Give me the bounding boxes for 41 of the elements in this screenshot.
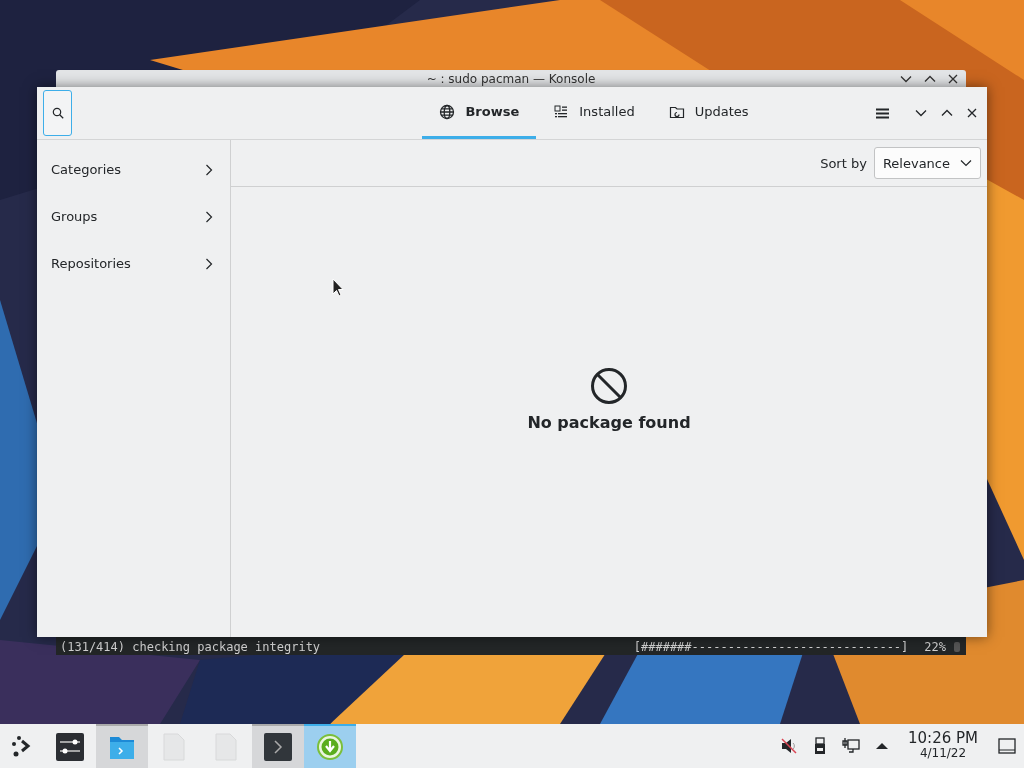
sidebar-item[interactable]: Groups [37,193,230,240]
terminal-output: (131/414) checking package integrity [60,640,321,654]
terminal-icon [264,733,292,761]
window-title: ~ : sudo pacman — Konsole [426,71,596,86]
chevron-right-icon [205,257,213,270]
sort-dropdown[interactable]: Relevance [873,147,981,179]
tab[interactable]: Updates [651,87,766,139]
close-icon[interactable] [967,108,977,118]
download-icon [317,734,343,760]
sidebar-item[interactable]: Categories [37,146,230,193]
progress-text: [#######-----------------------------] [633,640,909,654]
sidebar-item[interactable]: Repositories [37,240,230,287]
tab[interactable]: Browse [422,87,537,139]
list-icon [553,103,570,120]
usb-drive-icon[interactable] [814,737,826,755]
network-icon[interactable] [842,737,860,755]
maximize-icon[interactable] [941,109,953,117]
minimize-icon[interactable] [900,75,912,83]
globe-icon [439,103,456,120]
scrollbar[interactable] [954,642,960,652]
chevron-right-icon [205,163,213,176]
speaker-muted-icon[interactable] [780,737,798,755]
progress-percent: 22% [924,640,946,654]
prohibited-icon [590,367,628,405]
tab[interactable]: Installed [536,87,652,139]
sliders-icon [56,733,84,761]
search-icon [51,107,64,119]
mouse-pointer-icon [332,278,344,297]
empty-message: No package found [527,413,691,432]
sort-label: Sort by [820,155,867,171]
chevron-down-icon [960,159,972,167]
menu-icon[interactable] [876,107,889,119]
show-desktop-icon[interactable] [998,738,1016,754]
minimize-icon[interactable] [915,109,927,117]
chevron-right-icon [205,210,213,223]
clock[interactable]: 10:26 PM 4/11/22 [908,731,978,761]
search-button[interactable] [43,90,72,136]
close-icon[interactable] [948,74,958,84]
maximize-icon[interactable] [924,75,936,83]
expand-arrow-icon[interactable] [876,742,888,750]
taskbar-button[interactable] [252,724,304,768]
